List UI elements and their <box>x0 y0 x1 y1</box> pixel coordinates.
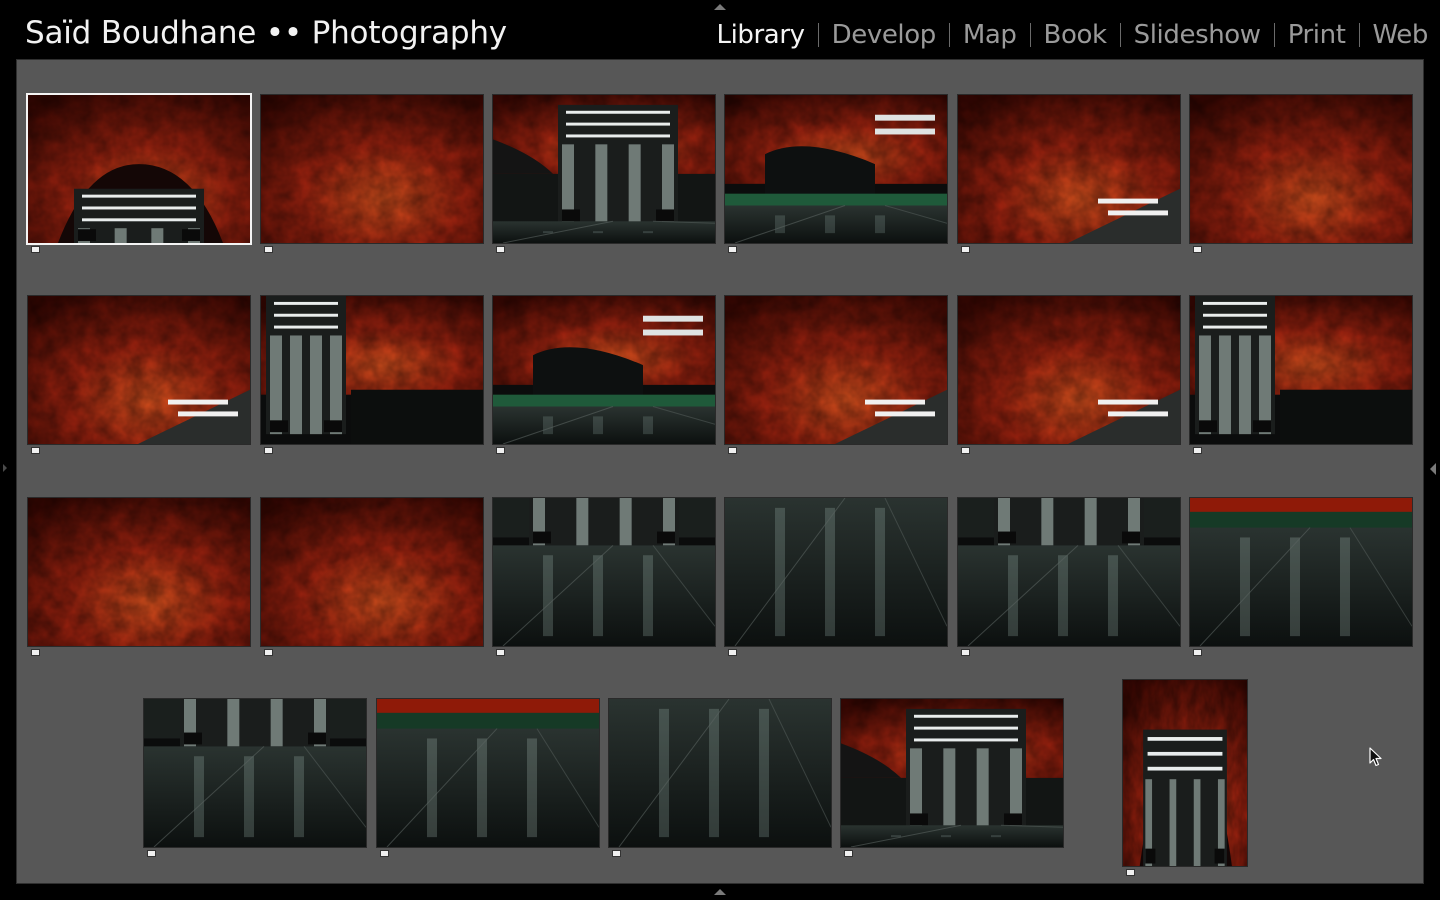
photo-thumbnail[interactable] <box>725 498 947 646</box>
photo-image <box>261 498 483 646</box>
thumbnail-flag-icon[interactable] <box>496 447 505 454</box>
photo-thumbnail[interactable] <box>725 296 947 444</box>
identity-plate: Saïd Boudhane •• Photography <box>25 15 507 51</box>
photo-thumbnail[interactable] <box>493 296 715 444</box>
thumbnail-flag-icon[interactable] <box>728 447 737 454</box>
photo-thumbnail[interactable] <box>261 296 483 444</box>
thumbnail-flag-icon[interactable] <box>1193 246 1202 253</box>
photo-image <box>958 95 1180 243</box>
module-separator <box>817 23 819 47</box>
thumbnail-flag-icon[interactable] <box>1126 869 1135 876</box>
thumbnail-flag-icon[interactable] <box>728 246 737 253</box>
photo-thumbnail[interactable] <box>261 498 483 646</box>
module-separator <box>1358 23 1360 47</box>
thumbnail-flag-icon[interactable] <box>961 447 970 454</box>
module-book[interactable]: Book <box>1044 18 1108 52</box>
module-separator <box>948 23 950 47</box>
thumbnail-flag-icon[interactable] <box>728 649 737 656</box>
photo-thumbnail[interactable] <box>28 498 250 646</box>
photo-thumbnail[interactable] <box>28 296 250 444</box>
photo-thumbnail[interactable] <box>958 296 1180 444</box>
photo-thumbnail[interactable] <box>841 699 1063 847</box>
top-panel-toggle-icon[interactable] <box>714 4 726 10</box>
module-separator <box>1273 23 1275 47</box>
thumbnail-flag-icon[interactable] <box>264 246 273 253</box>
photo-image <box>725 95 947 243</box>
photo-image <box>144 699 366 847</box>
module-slideshow[interactable]: Slideshow <box>1134 18 1261 52</box>
thumbnail-flag-icon[interactable] <box>612 850 621 857</box>
module-print[interactable]: Print <box>1288 18 1346 52</box>
photo-image <box>28 498 250 646</box>
thumbnail-flag-icon[interactable] <box>496 649 505 656</box>
grid-view <box>16 59 1424 884</box>
photo-image <box>725 296 947 444</box>
photo-image <box>1190 296 1412 444</box>
photo-image <box>377 699 599 847</box>
thumbnail-flag-icon[interactable] <box>496 246 505 253</box>
photo-image <box>958 498 1180 646</box>
thumbnail-flag-icon[interactable] <box>31 649 40 656</box>
thumbnail-flag-icon[interactable] <box>264 447 273 454</box>
module-develop[interactable]: Develop <box>832 18 937 52</box>
photo-thumbnail[interactable] <box>377 699 599 847</box>
thumbnail-flag-icon[interactable] <box>1193 447 1202 454</box>
photo-thumbnail[interactable] <box>1190 498 1412 646</box>
photo-image <box>958 296 1180 444</box>
thumbnail-flag-icon[interactable] <box>31 246 40 253</box>
photo-thumbnail[interactable] <box>261 95 483 243</box>
photo-image <box>493 498 715 646</box>
photo-image <box>841 699 1063 847</box>
photo-thumbnail[interactable] <box>1190 95 1412 243</box>
photo-thumbnail[interactable] <box>725 95 947 243</box>
photo-thumbnail[interactable] <box>28 95 250 243</box>
photo-thumbnail[interactable] <box>1123 680 1247 866</box>
thumbnail-flag-icon[interactable] <box>844 850 853 857</box>
photo-image <box>28 296 250 444</box>
thumbnail-flag-icon[interactable] <box>264 649 273 656</box>
photo-image <box>28 95 250 243</box>
photo-thumbnail[interactable] <box>609 699 831 847</box>
thumbnail-flag-icon[interactable] <box>31 447 40 454</box>
photo-image <box>1190 498 1412 646</box>
photo-thumbnail[interactable] <box>144 699 366 847</box>
photo-image <box>261 95 483 243</box>
thumbnail-flag-icon[interactable] <box>147 850 156 857</box>
photo-thumbnail[interactable] <box>1190 296 1412 444</box>
thumbnail-flag-icon[interactable] <box>380 850 389 857</box>
bottom-panel-toggle-icon[interactable] <box>714 889 726 895</box>
module-map[interactable]: Map <box>963 18 1017 52</box>
module-library[interactable]: Library <box>716 18 805 52</box>
module-web[interactable]: Web <box>1373 18 1429 52</box>
right-panel-toggle-icon[interactable] <box>1430 463 1436 475</box>
thumbnail-flag-icon[interactable] <box>1193 649 1202 656</box>
photo-image <box>725 498 947 646</box>
thumbnail-flag-icon[interactable] <box>961 649 970 656</box>
photo-thumbnail[interactable] <box>958 498 1180 646</box>
photo-image <box>493 95 715 243</box>
photo-thumbnail[interactable] <box>493 498 715 646</box>
photo-thumbnail[interactable] <box>493 95 715 243</box>
photo-thumbnail[interactable] <box>958 95 1180 243</box>
module-separator <box>1029 23 1031 47</box>
photo-image <box>261 296 483 444</box>
photo-image <box>1123 680 1247 866</box>
module-separator <box>1119 23 1121 47</box>
module-picker: Library Develop Map Book Slideshow Print Web <box>716 17 1428 53</box>
photo-image <box>1190 95 1412 243</box>
mouse-cursor-icon <box>1369 747 1382 767</box>
thumbnail-flag-icon[interactable] <box>961 246 970 253</box>
left-panel-toggle-icon[interactable] <box>3 464 7 472</box>
photo-image <box>493 296 715 444</box>
photo-image <box>609 699 831 847</box>
